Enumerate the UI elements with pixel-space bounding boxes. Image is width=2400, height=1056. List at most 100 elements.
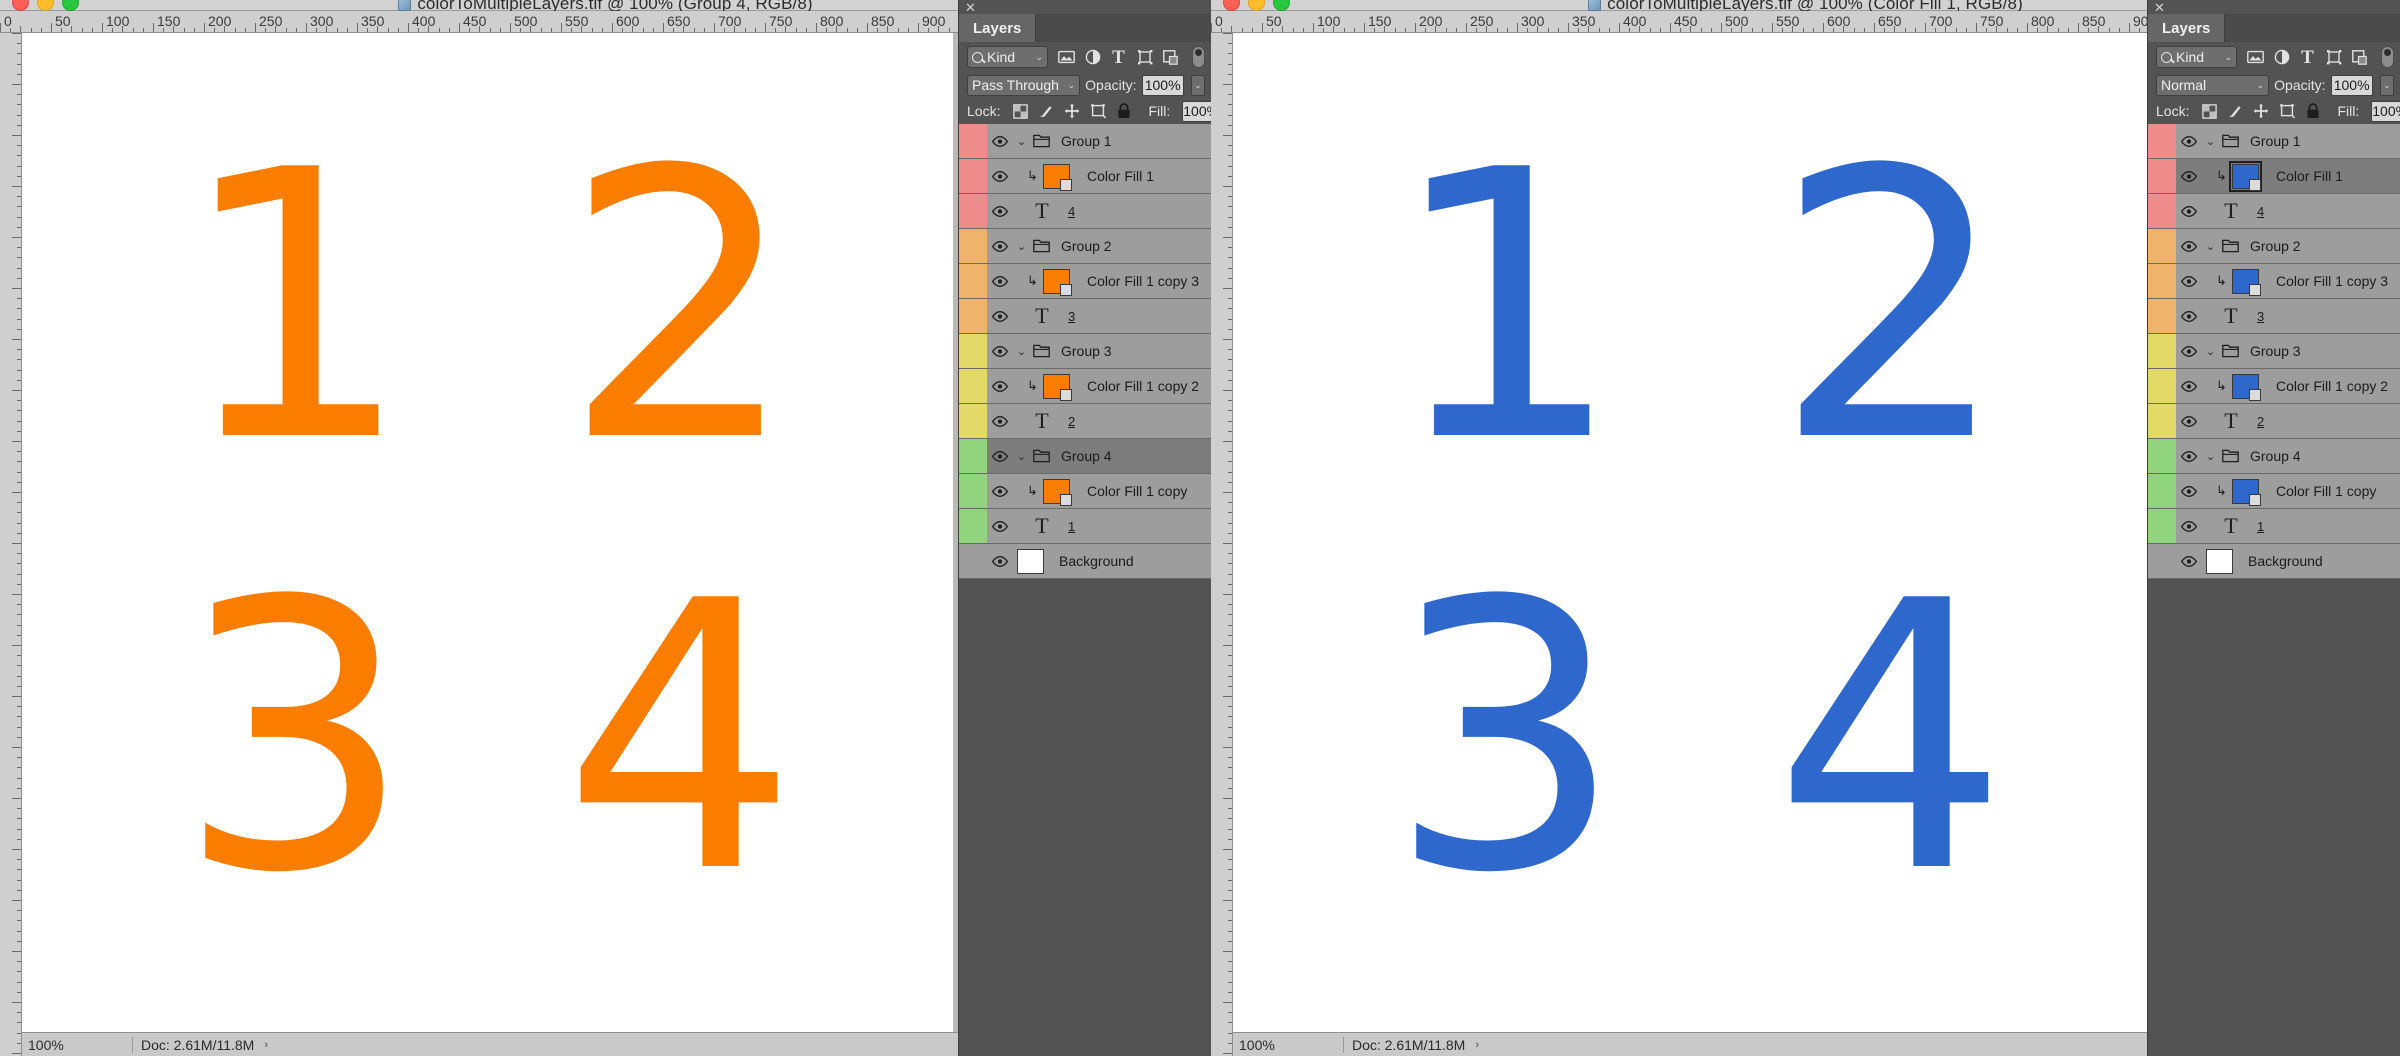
layer-content[interactable]: Background [2202, 544, 2400, 578]
layer-content[interactable]: T1 [1013, 509, 1211, 543]
layer-row[interactable]: ↳ Color Fill 1 [959, 159, 1211, 194]
layer-content[interactable]: T4 [1013, 194, 1211, 228]
layer-row[interactable]: T1 [959, 509, 1211, 544]
layer-content[interactable]: ⌄ Group 2 [2202, 229, 2400, 263]
layer-color-label[interactable] [959, 159, 987, 193]
layer-visibility-toggle[interactable] [987, 474, 1013, 508]
layer-content[interactable]: T1 [2202, 509, 2400, 543]
layer-content[interactable]: ↳ Color Fill 1 copy 2 [1013, 369, 1211, 403]
layer-content[interactable]: ↳ Color Fill 1 [2202, 159, 2400, 193]
opacity-input[interactable]: 100% [1141, 74, 1184, 96]
chevron-down-icon[interactable]: ⌄ [2204, 345, 2217, 358]
layer-thumbnail[interactable] [2232, 478, 2261, 506]
zoom-level[interactable]: 100% [1239, 1037, 1343, 1053]
layer-color-label[interactable] [959, 544, 987, 578]
fill-input[interactable]: 100% [1182, 100, 1211, 122]
layer-row[interactable]: T3 [2148, 299, 2400, 334]
layer-content[interactable]: Background [1013, 544, 1211, 578]
layer-content[interactable]: ↳ Color Fill 1 copy [2202, 474, 2400, 508]
layer-row[interactable]: ↳ Color Fill 1 copy [959, 474, 1211, 509]
lock-image-icon[interactable] [2227, 103, 2243, 119]
layer-visibility-toggle[interactable] [987, 439, 1013, 473]
layer-thumbnail[interactable] [1043, 478, 1072, 506]
smartobject-filter-icon[interactable] [2351, 49, 2368, 66]
layer-content[interactable]: ⌄ Group 4 [2202, 439, 2400, 473]
layer-thumbnail[interactable] [2232, 373, 2261, 401]
layer-color-label[interactable] [959, 404, 987, 438]
layer-visibility-toggle[interactable] [2176, 509, 2202, 543]
layer-color-label[interactable] [2148, 439, 2176, 473]
layer-row[interactable]: T2 [2148, 404, 2400, 439]
layer-visibility-toggle[interactable] [2176, 404, 2202, 438]
layer-content[interactable]: ↳ Color Fill 1 copy 3 [2202, 264, 2400, 298]
layer-row[interactable]: ⌄ Group 2 [959, 229, 1211, 264]
layer-visibility-toggle[interactable] [2176, 299, 2202, 333]
lock-artboard-icon[interactable] [1090, 103, 1107, 119]
layer-visibility-toggle[interactable] [987, 229, 1013, 263]
chevron-down-icon[interactable]: ⌄ [1015, 240, 1028, 253]
smartobject-filter-icon[interactable] [1162, 49, 1179, 66]
layer-row[interactable]: Background [959, 544, 1211, 579]
canvas[interactable]: 1234 [22, 33, 953, 1054]
layer-visibility-toggle[interactable] [2176, 124, 2202, 158]
layer-visibility-toggle[interactable] [987, 124, 1013, 158]
canvas[interactable]: 1234 [1233, 33, 2164, 1054]
lock-transparency-icon[interactable] [2201, 103, 2217, 119]
layer-color-label[interactable] [2148, 509, 2176, 543]
layer-content[interactable]: ⌄ Group 3 [1013, 334, 1211, 368]
layer-color-label[interactable] [959, 439, 987, 473]
layer-color-label[interactable] [2148, 369, 2176, 403]
layer-color-label[interactable] [2148, 404, 2176, 438]
chevron-down-icon[interactable]: ⌄ [1015, 345, 1028, 358]
layer-row[interactable]: ⌄ Group 2 [2148, 229, 2400, 264]
layer-content[interactable]: ↳ Color Fill 1 copy 2 [2202, 369, 2400, 403]
layer-thumbnail[interactable] [2232, 268, 2261, 296]
lock-image-icon[interactable] [1038, 103, 1054, 119]
opacity-stepper-caret[interactable]: ⌄ [2379, 74, 2394, 96]
layer-visibility-toggle[interactable] [987, 544, 1013, 578]
layer-color-label[interactable] [2148, 264, 2176, 298]
status-menu-arrow[interactable]: › [1475, 1039, 1479, 1051]
layer-visibility-toggle[interactable] [2176, 229, 2202, 263]
layer-content[interactable]: ⌄ Group 4 [1013, 439, 1211, 473]
layer-color-label[interactable] [2148, 159, 2176, 193]
layer-content[interactable]: T3 [1013, 299, 1211, 333]
layer-row[interactable]: ↳ Color Fill 1 [2148, 159, 2400, 194]
layer-color-label[interactable] [959, 474, 987, 508]
layer-row[interactable]: ⌄ Group 4 [959, 439, 1211, 474]
lock-position-icon[interactable] [1064, 103, 1080, 119]
layer-row[interactable]: T4 [959, 194, 1211, 229]
shape-filter-icon[interactable] [1136, 49, 1153, 66]
layer-color-label[interactable] [959, 299, 987, 333]
layer-color-label[interactable] [2148, 194, 2176, 228]
layer-row[interactable]: ↳ Color Fill 1 copy 3 [959, 264, 1211, 299]
layer-row[interactable]: ⌄ Group 4 [2148, 439, 2400, 474]
chevron-down-icon[interactable]: ⌄ [1015, 135, 1028, 148]
layer-row[interactable]: ⌄ Group 1 [959, 124, 1211, 159]
layer-content[interactable]: ⌄ Group 1 [2202, 124, 2400, 158]
layer-color-label[interactable] [959, 264, 987, 298]
adjustment-filter-icon[interactable] [2273, 49, 2290, 66]
layer-row[interactable]: ⌄ Group 1 [2148, 124, 2400, 159]
image-filter-icon[interactable] [2247, 49, 2264, 66]
layer-visibility-toggle[interactable] [2176, 544, 2202, 578]
layer-visibility-toggle[interactable] [2176, 264, 2202, 298]
layer-visibility-toggle[interactable] [987, 509, 1013, 543]
layer-thumbnail[interactable] [2229, 160, 2262, 192]
lock-transparency-icon[interactable] [1012, 103, 1028, 119]
layer-visibility-toggle[interactable] [2176, 334, 2202, 368]
layer-color-label[interactable] [959, 124, 987, 158]
type-filter-icon[interactable]: T [1110, 48, 1127, 67]
layer-visibility-toggle[interactable] [2176, 194, 2202, 228]
layer-visibility-toggle[interactable] [987, 159, 1013, 193]
layer-content[interactable]: ↳ Color Fill 1 copy [1013, 474, 1211, 508]
layer-thumbnail[interactable] [1043, 268, 1072, 296]
opacity-input[interactable]: 100% [2330, 74, 2373, 96]
type-filter-icon[interactable]: T [2299, 48, 2316, 67]
layer-thumbnail[interactable] [1043, 373, 1072, 401]
layer-color-label[interactable] [2148, 124, 2176, 158]
layer-visibility-toggle[interactable] [2176, 474, 2202, 508]
layer-visibility-toggle[interactable] [2176, 439, 2202, 473]
blend-mode-select[interactable]: Pass Through ⌄ [967, 74, 1081, 96]
layer-color-label[interactable] [959, 194, 987, 228]
